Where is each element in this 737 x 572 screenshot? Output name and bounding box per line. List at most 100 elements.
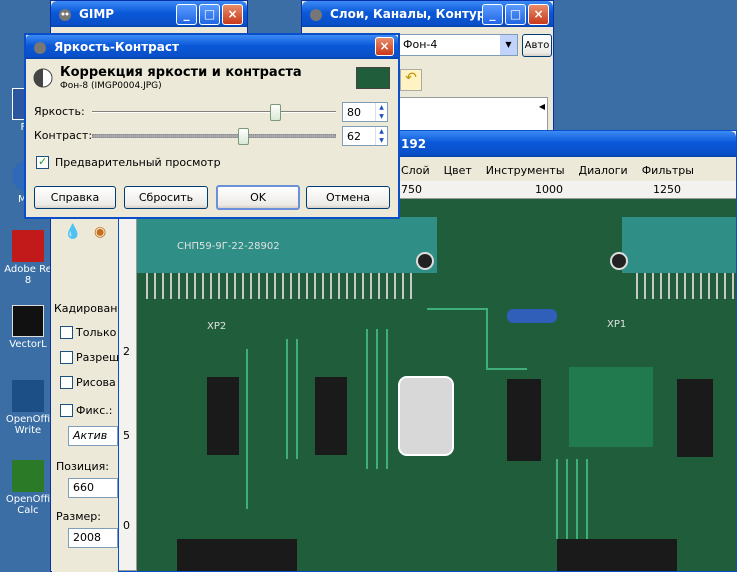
- image-menubar: Слой Цвет Инструменты Диалоги Фильтры: [401, 161, 694, 179]
- ruler-tick: 1250: [653, 183, 681, 196]
- ruler-tick: 2: [123, 345, 130, 358]
- fixed-checkbox[interactable]: [60, 404, 73, 417]
- contrast-row: Контраст: 62 ▲ ▼: [34, 126, 394, 146]
- desktop-icon-label: OpenOffi Calc: [5, 494, 51, 516]
- help-button-label: Справка: [50, 191, 100, 204]
- option-checkbox[interactable]: [60, 326, 73, 339]
- desktop-icon-label: OpenOffi Write: [5, 414, 51, 436]
- window-title: Слои, Каналы, Контур...: [330, 7, 500, 21]
- menu-filters[interactable]: Фильтры: [642, 164, 694, 179]
- adobe-reader-icon: [12, 230, 44, 262]
- size-label: Размер:: [56, 510, 101, 523]
- option-label: Только: [76, 326, 117, 339]
- brightness-slider-thumb[interactable]: [270, 104, 281, 121]
- option-label: Рисова: [76, 376, 116, 389]
- layer-list: ◀: [398, 97, 548, 131]
- cancel-button[interactable]: Отмена: [306, 186, 390, 209]
- desktop-icon-oo-calc[interactable]: OpenOffi Calc: [0, 460, 56, 516]
- menu-dialogs[interactable]: Диалоги: [579, 164, 628, 179]
- menu-tools[interactable]: Инструменты: [486, 164, 565, 179]
- contrast-slider-track[interactable]: [92, 134, 336, 138]
- contrast-value: 62: [347, 130, 361, 143]
- image-thumbnail: [356, 67, 390, 89]
- pcb-label: СНП59-9Г-22-28902: [177, 241, 280, 252]
- header-title: Коррекция яркости и контраста: [60, 65, 302, 80]
- fixed-select[interactable]: Актив: [68, 426, 118, 446]
- undo-icon[interactable]: ↶: [400, 69, 422, 91]
- ruler-tick: 5: [123, 429, 130, 442]
- gimp-icon: [34, 42, 46, 54]
- option-checkbox[interactable]: [60, 351, 73, 364]
- close-button[interactable]: ×: [375, 37, 394, 56]
- position-field[interactable]: 660: [68, 478, 118, 498]
- layer-select-value: Фон-4: [403, 38, 438, 51]
- maximize-button[interactable]: □: [199, 4, 220, 25]
- openoffice-calc-icon: [12, 460, 44, 492]
- size-field[interactable]: 2008: [68, 528, 118, 548]
- menu-color[interactable]: Цвет: [444, 164, 472, 179]
- vectorl-icon: [12, 305, 44, 337]
- auto-button-label: Авто: [524, 40, 550, 51]
- preview-checkbox[interactable]: [36, 155, 49, 169]
- desktop-icon-adobe-reader[interactable]: Adobe Re 8: [0, 230, 56, 286]
- minimize-button[interactable]: _: [482, 4, 503, 25]
- contrast-spinbox[interactable]: 62 ▲ ▼: [342, 126, 388, 146]
- menu-layer[interactable]: Слой: [401, 164, 430, 179]
- contrast-slider-thumb[interactable]: [238, 128, 250, 145]
- scroll-left-icon[interactable]: ◀: [539, 102, 545, 111]
- dialog-header: Коррекция яркости и контраста Фон-8 (IMG…: [32, 65, 394, 95]
- reset-button[interactable]: Сбросить: [124, 186, 208, 209]
- ruler-tick: 0: [123, 519, 130, 532]
- section-title: Кадирован: [54, 302, 118, 315]
- vertical-ruler[interactable]: 2 5 0: [119, 199, 137, 571]
- preview-label: Предварительный просмотр: [55, 156, 221, 169]
- desktop-icon-label: Adobe Re 8: [4, 264, 52, 286]
- chevron-down-icon: ▼: [500, 35, 517, 55]
- help-button[interactable]: Справка: [34, 186, 116, 209]
- position-label: Позиция:: [56, 460, 109, 473]
- layer-select[interactable]: Фон-4 ▼: [398, 34, 518, 56]
- auto-button[interactable]: Авто: [522, 34, 552, 57]
- pcb-label: ХР1: [607, 319, 626, 330]
- minimize-button[interactable]: _: [176, 4, 197, 25]
- brightness-value: 80: [347, 106, 361, 119]
- cancel-button-label: Отмена: [325, 191, 371, 204]
- desktop-icon-vectorl[interactable]: VectorL: [0, 305, 56, 350]
- desktop-icon-label: VectorL: [9, 339, 47, 350]
- pcb-label: ХР2: [207, 321, 226, 332]
- ok-button[interactable]: OK: [216, 185, 300, 210]
- close-button[interactable]: ×: [528, 4, 549, 25]
- gimp-icon: [59, 9, 71, 21]
- dialog-title: Яркость-Контраст: [54, 40, 179, 54]
- brightness-spinbox[interactable]: 80 ▲ ▼: [342, 102, 388, 122]
- openoffice-writer-icon: [12, 380, 44, 412]
- pcb-image: СНП59-9Г-22-28902 ХР2 ХР1: [137, 199, 736, 571]
- tool-options-icons: 💧 ◉: [58, 218, 118, 248]
- window-title: 192: [401, 137, 427, 151]
- fixed-label: Фикс.:: [76, 404, 113, 417]
- gimp-icon: [310, 9, 322, 21]
- brightness-row: Яркость: 80 ▲ ▼: [34, 102, 394, 122]
- spin-arrows-icon[interactable]: ▲ ▼: [375, 103, 387, 121]
- contrast-label: Контраст:: [34, 129, 93, 142]
- layers-titlebar[interactable]: Слои, Каналы, Контур... _ □ ×: [302, 1, 553, 27]
- brightness-slider-track[interactable]: [92, 111, 336, 113]
- brightness-contrast-dialog: Яркость-Контраст × Коррекция яркости и к…: [24, 33, 400, 219]
- option-checkbox[interactable]: [60, 376, 73, 389]
- ok-button-label: OK: [250, 191, 266, 204]
- ruler-tick: 750: [401, 183, 422, 196]
- spin-arrows-icon[interactable]: ▲ ▼: [375, 127, 387, 145]
- brightness-label: Яркость:: [34, 105, 85, 118]
- drop-icon[interactable]: 💧: [64, 224, 81, 240]
- smudge-icon[interactable]: ◉: [94, 224, 106, 240]
- reset-button-label: Сбросить: [138, 191, 194, 204]
- maximize-button[interactable]: □: [505, 4, 526, 25]
- dialog-titlebar[interactable]: Яркость-Контраст ×: [26, 35, 398, 59]
- image-canvas[interactable]: СНП59-9Г-22-28902 ХР2 ХР1: [137, 199, 736, 571]
- close-button[interactable]: ×: [222, 4, 243, 25]
- gimp-toolbox-titlebar[interactable]: GIMP _ □ ×: [51, 1, 247, 27]
- header-subtitle: Фон-8 (IMGP0004.JPG): [60, 81, 162, 91]
- desktop-icon-oo-writer[interactable]: OpenOffi Write: [0, 380, 56, 436]
- option-label: Разреш: [76, 351, 120, 364]
- tool-options-panel: 💧 ◉ Кадирован Только Разреш Рисова Фикс.…: [52, 224, 120, 572]
